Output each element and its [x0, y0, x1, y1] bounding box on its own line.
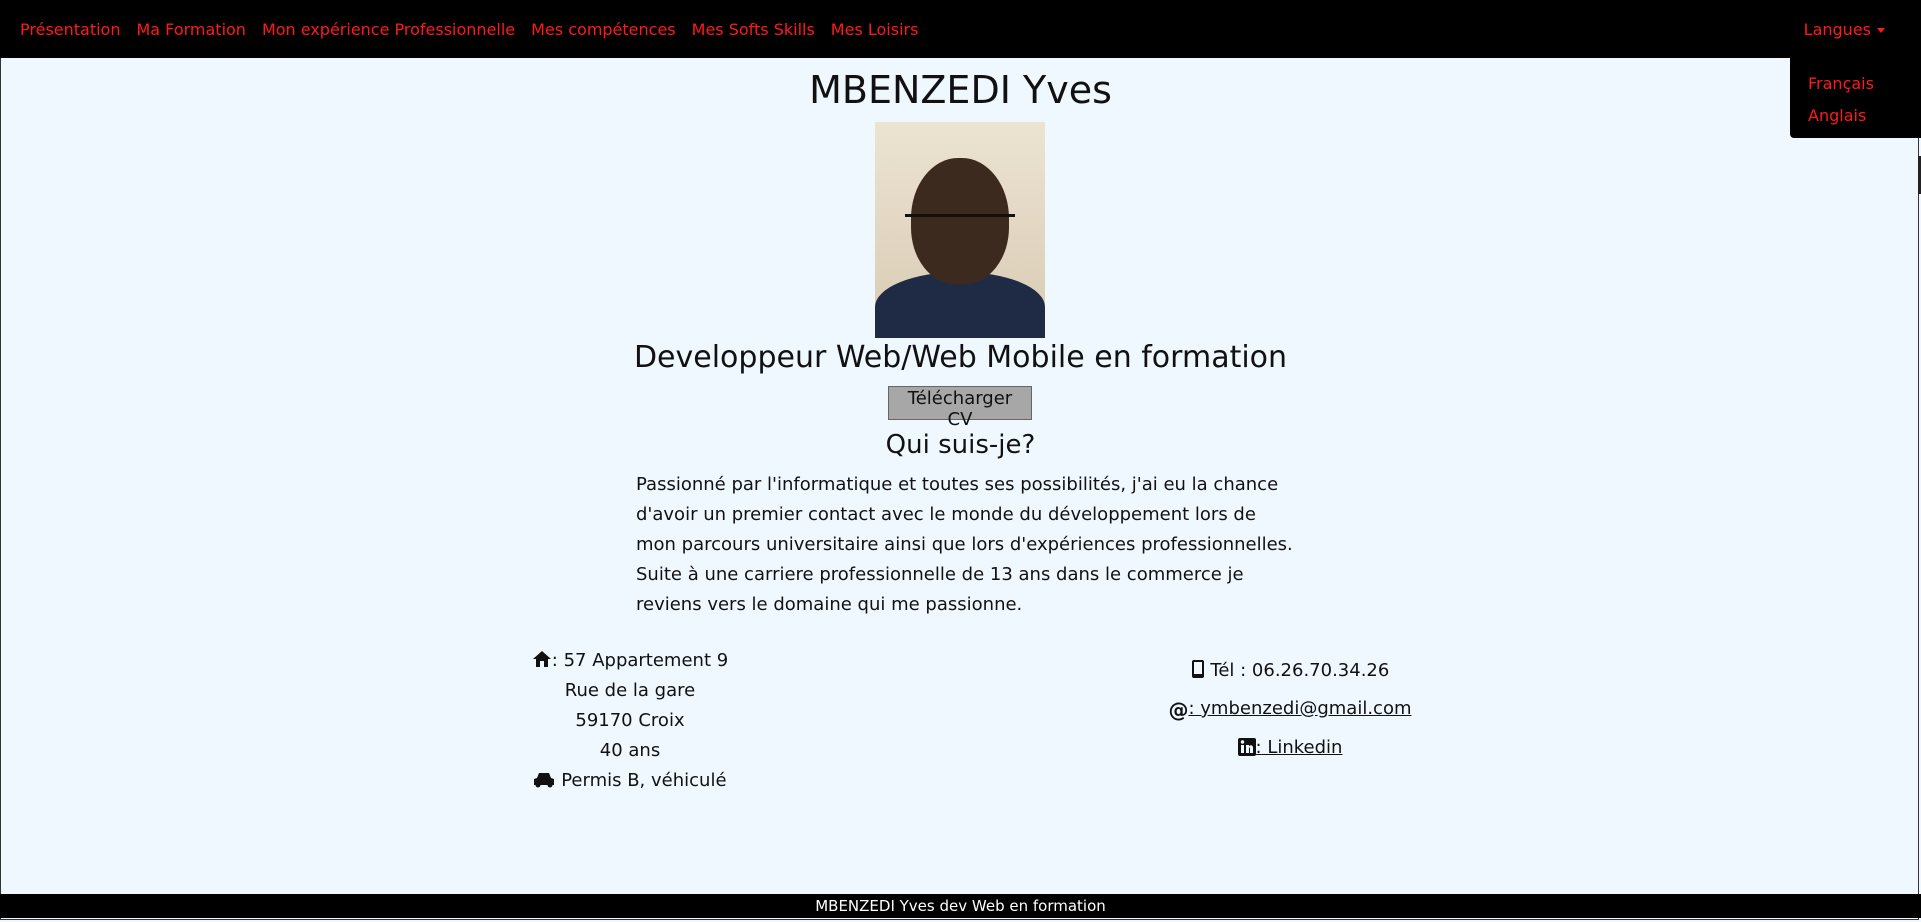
about-text: Passionné par l'informatique et toutes s…: [636, 474, 1293, 615]
page-title: MBENZEDI Yves: [809, 68, 1112, 112]
profile-photo-glasses: [905, 214, 1015, 235]
role-subtitle: Developpeur Web/Web Mobile en formation: [633, 340, 1288, 375]
linkedin-icon: [1237, 738, 1256, 756]
nav-link-formation[interactable]: Ma Formation: [136, 20, 245, 39]
email-address: ymbenzedi@gmail.com: [1194, 698, 1412, 719]
language-dropdown-toggle[interactable]: Langues: [1804, 20, 1885, 39]
nav-link-competences[interactable]: Mes compétences: [531, 20, 675, 39]
profile-photo: [875, 122, 1045, 338]
address-line-3: 59170 Croix: [575, 710, 685, 731]
top-navbar: Présentation Ma Formation Mon expérience…: [0, 0, 1921, 58]
linkedin-link[interactable]: : Linkedin: [1256, 737, 1343, 758]
home-icon: [532, 651, 551, 667]
nav-links: Présentation Ma Formation Mon expérience…: [20, 20, 918, 39]
license-line: Permis B, véhiculé: [520, 766, 740, 796]
mobile-phone-icon: [1191, 660, 1204, 678]
at-sign-icon: @: [1168, 698, 1189, 722]
about-heading: Qui suis-je?: [885, 430, 1036, 460]
linkedin-label: Linkedin: [1261, 737, 1343, 758]
download-cv-button[interactable]: Télécharger CV: [888, 386, 1032, 430]
address-line-1: : 57 Appartement 9: [520, 646, 740, 676]
contact-block: Tél : 06.26.70.34.26 @: ymbenzedi@gmail.…: [1140, 652, 1440, 767]
caret-down-icon: [1877, 28, 1885, 33]
email-line: @: ymbenzedi@gmail.com: [1140, 690, 1440, 729]
nav-link-soft-skills[interactable]: Mes Softs Skills: [692, 20, 815, 39]
linkedin-line: : Linkedin: [1140, 729, 1440, 767]
email-link[interactable]: : ymbenzedi@gmail.com: [1188, 698, 1411, 719]
license-text: Permis B, véhiculé: [561, 770, 727, 791]
address-line-1-text: : 57 Appartement 9: [551, 650, 729, 671]
phone-line: Tél : 06.26.70.34.26: [1140, 652, 1440, 690]
phone-text: Tél : 06.26.70.34.26: [1210, 660, 1390, 681]
footer: MBENZEDI Yves dev Web en formation: [0, 894, 1921, 918]
nav-link-loisirs[interactable]: Mes Loisirs: [831, 20, 919, 39]
footer-text: MBENZEDI Yves dev Web en formation: [815, 897, 1106, 915]
address-line-2: Rue de la gare: [564, 680, 696, 701]
language-toggle-label: Langues: [1803, 20, 1871, 39]
nav-link-presentation[interactable]: Présentation: [20, 20, 120, 39]
address-block: : 57 Appartement 9 Rue de la gare 59170 …: [520, 646, 740, 796]
car-icon: [534, 773, 555, 788]
age-text: 40 ans: [599, 740, 661, 761]
nav-link-experience[interactable]: Mon expérience Professionnelle: [262, 20, 515, 39]
